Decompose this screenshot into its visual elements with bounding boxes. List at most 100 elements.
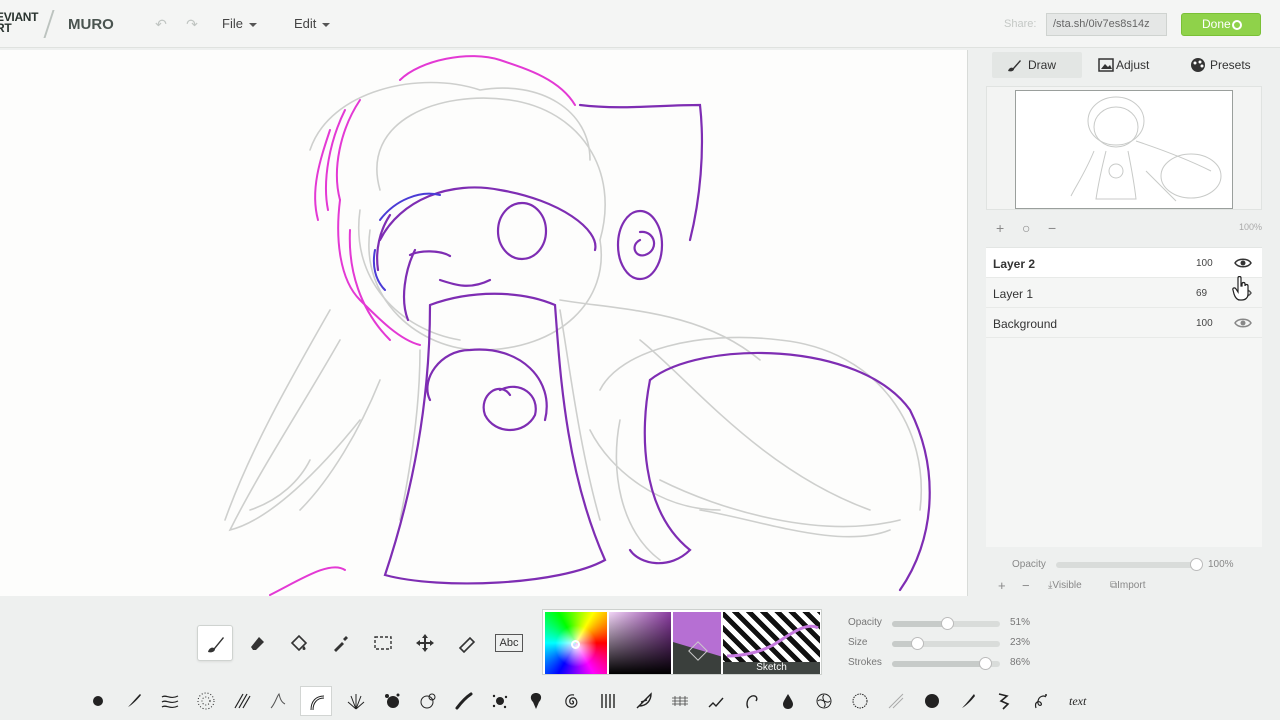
app-name: MURO	[68, 16, 114, 33]
brush-tool[interactable]	[197, 625, 233, 661]
color-wheel[interactable]	[545, 612, 607, 674]
zoom-in-icon[interactable]: +	[996, 220, 1004, 236]
brush-preset-hatch[interactable]	[226, 686, 258, 716]
brush-preset-blobs[interactable]	[376, 686, 408, 716]
eraser-tool[interactable]	[239, 625, 275, 661]
layer-opacity-knob[interactable]	[1190, 558, 1203, 571]
brush-strokes-label: Strokes	[848, 657, 882, 668]
move-tool[interactable]	[407, 625, 443, 661]
brush-preset-zigzag[interactable]	[988, 686, 1020, 716]
share-label: Share:	[1004, 18, 1037, 30]
tab-draw[interactable]: Draw	[992, 52, 1082, 78]
brush-preset-sphere[interactable]	[844, 686, 876, 716]
layer-row-background[interactable]: Background 100	[986, 308, 1262, 338]
text-tool[interactable]: Abc	[491, 625, 527, 661]
current-color-swatch[interactable]	[673, 612, 721, 674]
slider-knob[interactable]	[978, 657, 992, 670]
layer-row-layer-2[interactable]: Layer 2 100	[986, 248, 1262, 278]
brush-strokes-track[interactable]	[892, 657, 1000, 670]
done-button[interactable]: Done	[1181, 13, 1261, 36]
spiral-brush-icon	[565, 694, 578, 708]
share-url-field[interactable]: /sta.sh/0iv7es8s14z	[1046, 13, 1167, 36]
brush-preset-spiral[interactable]	[556, 686, 588, 716]
brush-preset-round[interactable]	[82, 686, 114, 716]
brush-preset-dots[interactable]	[190, 686, 222, 716]
brush-size-track[interactable]	[892, 637, 1000, 650]
brush-preset-sparkle[interactable]	[1024, 686, 1056, 716]
brush-preview[interactable]: Sketch	[723, 612, 820, 674]
slider-fill	[892, 661, 985, 667]
brush-size-slider[interactable]: Size 23%	[848, 637, 1038, 651]
tab-adjust[interactable]: Adjust	[1090, 52, 1149, 78]
zoom-out-icon[interactable]: −	[1048, 220, 1056, 236]
layer-opacity: 100	[1196, 258, 1213, 269]
brush-preset-line[interactable]	[262, 686, 294, 716]
brush-preset-splatter[interactable]	[484, 686, 516, 716]
brush-preset-pen[interactable]	[118, 686, 150, 716]
brush-size-value: 23%	[1010, 637, 1031, 648]
drop-brush-icon	[783, 694, 793, 709]
sketch-brush-icon	[310, 695, 325, 711]
brush-preset-ink[interactable]	[520, 686, 552, 716]
brush-icon	[1008, 60, 1021, 72]
brush-preset-sketch[interactable]	[300, 686, 332, 716]
brush-preset-grass[interactable]	[340, 686, 372, 716]
tab-presets[interactable]: Presets	[1182, 52, 1251, 78]
eyedropper-tool[interactable]	[323, 625, 359, 661]
brush-preset-bars[interactable]	[592, 686, 624, 716]
canvas-preview-thumbnail[interactable]	[1015, 90, 1233, 209]
shade-square[interactable]	[609, 612, 671, 674]
file-menu[interactable]: File	[222, 16, 257, 31]
brush-preset-swirl[interactable]	[808, 686, 840, 716]
brush-preset-text[interactable]: text	[1060, 686, 1102, 716]
eye-icon[interactable]	[1234, 256, 1252, 270]
brush-preset-feather[interactable]	[628, 686, 660, 716]
deviantart-logo[interactable]: EVIANT RT	[0, 11, 50, 34]
undo-icon[interactable]: ↶	[152, 14, 170, 34]
add-layer-icon[interactable]: +	[998, 578, 1006, 593]
chevron-down-icon	[322, 22, 331, 27]
faint-brush-icon	[888, 693, 904, 709]
hatch-brush-icon	[234, 693, 251, 709]
marker-brush-icon	[455, 692, 473, 710]
zoom-reset-icon[interactable]: ○	[1022, 220, 1030, 236]
slider-knob[interactable]	[941, 617, 955, 630]
brush-opacity-track[interactable]	[892, 617, 1000, 630]
brush-preset-hook[interactable]	[736, 686, 768, 716]
visible-button[interactable]: ⤓ Visible	[1048, 580, 1082, 591]
brush-strokes-slider[interactable]: Strokes 86%	[848, 657, 1038, 671]
remove-layer-icon[interactable]: −	[1022, 578, 1030, 593]
bucket-tool[interactable]	[281, 625, 317, 661]
drawing-canvas[interactable]	[0, 50, 968, 596]
tab-presets-label: Presets	[1210, 58, 1251, 72]
layer-opacity-slider[interactable]	[1056, 562, 1196, 568]
smudge-tool[interactable]	[449, 625, 485, 661]
color-wheel-marker[interactable]	[571, 640, 580, 649]
import-button[interactable]: ⧉ Import	[1110, 580, 1145, 591]
layers-list: Layer 2 100 Layer 1 69 Background 100	[986, 247, 1262, 547]
brush-preset-wave[interactable]	[154, 686, 186, 716]
selection-tool[interactable]	[365, 625, 401, 661]
selection-icon	[374, 636, 392, 650]
line-brush-icon	[270, 693, 286, 709]
right-panel: Draw Adjust Presets + ○ − 100% Layer 2 1…	[986, 50, 1262, 598]
eye-icon[interactable]	[1234, 316, 1252, 330]
edit-menu[interactable]: Edit	[294, 16, 331, 31]
brush-preset-drop[interactable]	[772, 686, 804, 716]
swirl-brush-icon	[816, 693, 832, 709]
brush-preset-calligraphy[interactable]	[952, 686, 984, 716]
wave-brush-icon	[161, 695, 179, 709]
layer-opacity: 69	[1196, 288, 1208, 299]
redo-icon[interactable]: ↷	[183, 14, 201, 34]
brush-preset-faint[interactable]	[880, 686, 912, 716]
brush-preset-stripes[interactable]	[664, 686, 696, 716]
slider-knob[interactable]	[910, 637, 924, 650]
palette-icon	[1191, 58, 1205, 72]
brush-preset-marker[interactable]	[448, 686, 480, 716]
brush-preset-solid-circle[interactable]	[916, 686, 948, 716]
layer-row-layer-1[interactable]: Layer 1 69	[986, 278, 1262, 308]
brush-opacity-slider[interactable]: Opacity 51%	[848, 617, 1038, 631]
brush-stroke-preview	[726, 624, 819, 658]
brush-preset-scribble[interactable]	[700, 686, 732, 716]
brush-preset-circles[interactable]	[412, 686, 444, 716]
